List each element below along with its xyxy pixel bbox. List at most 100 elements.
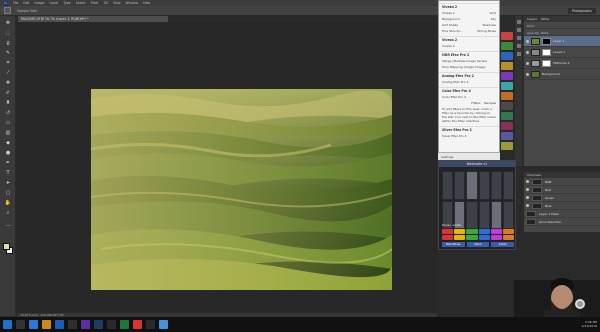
eraser-tool-icon[interactable]: ▭ [4, 120, 12, 126]
visibility-eye-icon[interactable] [526, 72, 529, 76]
plugin-button[interactable] [501, 112, 513, 120]
layer-mask-thumbnail[interactable] [542, 48, 551, 56]
filter-item[interactable]: Tone Mapping (Single Image) [439, 64, 499, 70]
visibility-eye-icon[interactable] [526, 39, 529, 43]
visibility-eye-icon[interactable] [526, 204, 529, 207]
tab-paths[interactable]: Paths [541, 17, 549, 21]
app-icon[interactable] [146, 320, 155, 329]
layer-opacity[interactable]: Opacity: 100% [524, 29, 600, 36]
properties-panel-icon[interactable] [516, 28, 521, 32]
layer-row[interactable]: Layer 1 [524, 36, 600, 47]
canvas-area[interactable] [17, 22, 437, 313]
channel-row[interactable]: Red [524, 186, 600, 194]
layer-mask-thumbnail[interactable] [542, 59, 551, 67]
app-icon[interactable] [68, 320, 77, 329]
quick-select-tool-icon[interactable]: ✎ [4, 50, 12, 56]
plugin-button[interactable] [501, 42, 513, 50]
menu-3d[interactable]: 3D [103, 1, 107, 5]
filter-item[interactable]: Silver Efex Pro 2 [439, 133, 499, 139]
layer-mask-thumbnail[interactable] [542, 37, 551, 45]
app-icon[interactable] [120, 320, 129, 329]
file-explorer-icon[interactable] [42, 320, 51, 329]
move-tool-icon[interactable]: ✥ [4, 20, 12, 26]
color-chip[interactable] [502, 229, 514, 234]
plugin-button[interactable] [501, 82, 513, 90]
plugin-button[interactable] [501, 142, 513, 150]
selector-button[interactable] [466, 171, 478, 200]
filter-item[interactable]: Analog Efex Pro 2 [439, 79, 499, 85]
visibility-eye-icon[interactable] [526, 61, 529, 65]
workspace-switcher[interactable]: Photography [567, 8, 596, 14]
plugin-button[interactable] [501, 32, 513, 40]
history-panel-icon[interactable] [516, 20, 521, 24]
channel-row[interactable]: RGB [524, 178, 600, 186]
color-chip[interactable] [490, 229, 502, 234]
menu-window[interactable]: Window [126, 1, 139, 5]
menu-edit[interactable]: Edit [23, 1, 29, 5]
document-image[interactable] [91, 89, 392, 290]
app-icon[interactable] [107, 320, 116, 329]
app-icon[interactable] [133, 320, 142, 329]
more-tools-icon[interactable]: … [4, 222, 12, 228]
histogram-panel-icon[interactable] [516, 52, 521, 56]
menu-file[interactable]: File [13, 1, 18, 5]
color-chip[interactable] [442, 229, 454, 234]
color-chip[interactable] [466, 235, 478, 240]
layer-filter-kind[interactable]: Kind [524, 22, 600, 29]
tab-layers[interactable]: Layers [527, 17, 537, 21]
edge-browser-icon[interactable] [29, 320, 38, 329]
menu-layer[interactable]: Layer [50, 1, 59, 5]
color-chip[interactable] [454, 235, 466, 240]
photoshop-taskbar-icon[interactable] [94, 320, 103, 329]
channel-row[interactable]: Blue [524, 202, 600, 210]
eyedropper-icon[interactable]: ⁄ [4, 70, 12, 76]
selector-button[interactable] [478, 171, 490, 200]
layer-row[interactable]: Background [524, 69, 600, 80]
color-chip[interactable] [490, 235, 502, 240]
menu-help[interactable]: Help [143, 1, 150, 5]
blendshow-button[interactable]: BlendShow [442, 242, 465, 247]
preset-row[interactable]: Fine Structu... Strong Noise [439, 28, 499, 34]
plugin-button[interactable] [501, 102, 513, 110]
filters-tab[interactable]: Filters [471, 101, 480, 105]
plugin-button[interactable] [501, 52, 513, 60]
selector-button[interactable] [490, 171, 502, 200]
color-chip[interactable] [502, 235, 514, 240]
app-icon[interactable] [159, 320, 168, 329]
task-view-icon[interactable] [16, 320, 25, 329]
recipes-tab[interactable]: Recipes [484, 101, 496, 105]
selector-button[interactable] [502, 171, 514, 200]
type-tool-icon[interactable]: T [4, 170, 12, 176]
plugin-button[interactable] [501, 62, 513, 70]
plugin-button[interactable] [501, 132, 513, 140]
plugin-button[interactable] [501, 122, 513, 130]
start-button-icon[interactable] [3, 320, 12, 329]
clone-stamp-icon[interactable]: ♜ [4, 100, 12, 106]
store-icon[interactable] [55, 320, 64, 329]
adjustments-panel-icon[interactable] [516, 36, 521, 40]
marquee-tool-icon[interactable]: ⬚ [4, 30, 12, 36]
layer-row[interactable]: Levels 1 [524, 47, 600, 58]
path-select-icon[interactable]: ➤ [4, 180, 12, 186]
visibility-eye-icon[interactable] [526, 180, 529, 183]
color-chip[interactable] [478, 235, 490, 240]
lights-button[interactable]: Lights [453, 223, 461, 227]
channel-row[interactable]: Layer 1 Mask [524, 210, 600, 218]
eyedropper-tool-icon[interactable] [4, 7, 11, 14]
channel-row[interactable]: Zone Selection [524, 218, 600, 226]
visibility-eye-icon[interactable] [526, 50, 529, 54]
color-chip[interactable] [442, 235, 454, 240]
zoom-tool-icon[interactable]: ⌕ [4, 210, 12, 216]
visibility-eye-icon[interactable] [526, 196, 529, 199]
gradient-tool-icon[interactable]: ▥ [4, 130, 12, 136]
healing-brush-icon[interactable]: ✚ [4, 80, 12, 86]
crop-tool-icon[interactable]: ⌗ [4, 60, 12, 66]
color-chip[interactable] [454, 229, 466, 234]
premiere-icon[interactable] [81, 320, 90, 329]
plugin-button[interactable] [501, 92, 513, 100]
color-chip[interactable] [466, 229, 478, 234]
color-chip[interactable] [478, 229, 490, 234]
selector-button[interactable] [442, 171, 454, 200]
hand-tool-icon[interactable]: ✋ [4, 200, 12, 206]
menu-select[interactable]: Select [76, 1, 86, 5]
